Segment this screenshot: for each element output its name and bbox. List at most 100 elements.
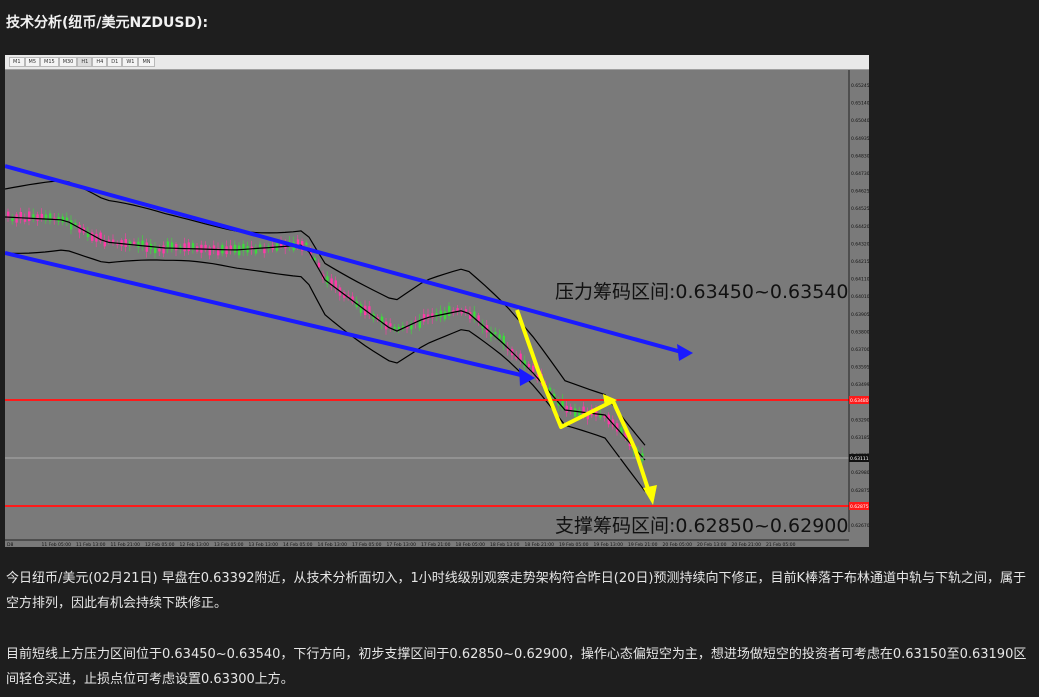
timeframe-h1-button[interactable]: H1 (77, 57, 93, 67)
candle-body (494, 332, 497, 335)
price-tick-label: 0.64010 (851, 294, 869, 300)
price-tick-label: 0.63185 (851, 435, 869, 441)
price-tick-label: 0.64320 (851, 241, 869, 247)
time-tick-label: 14 Feb 05:00 (283, 542, 313, 547)
channel-upper-line (5, 164, 686, 355)
timeframe-toolbar: M1 M5 M15 M30 H1 H4 D1 W1 MN (5, 55, 869, 70)
price-tick-label: 0.65140 (851, 101, 869, 107)
timeframe-h4-button[interactable]: H4 (92, 57, 108, 67)
time-tick-label: 11 Feb 13:00 (76, 542, 106, 547)
candle-body (527, 364, 531, 368)
timeframe-m1-button[interactable]: M1 (9, 57, 25, 67)
price-tick-label: 0.63290 (851, 417, 869, 423)
price-tick-label: 0.63595 (851, 365, 869, 371)
time-tick-label: 13 Feb 05:00 (214, 542, 244, 547)
price-tick-label: 0.64110 (851, 277, 869, 283)
candle-body (477, 315, 480, 322)
timeframe-m5-button[interactable]: M5 (24, 57, 40, 67)
price-tick-label: 0.63499 (851, 382, 869, 388)
bollinger-lower-band (5, 249, 646, 492)
forecast-arrowhead (643, 485, 657, 505)
time-tick-label: 19 Feb 21:00 (628, 542, 658, 547)
time-tick-label: 17 Feb 05:00 (352, 542, 382, 547)
candle-body (448, 306, 451, 317)
time-tick-label: 12 Feb 05:00 (145, 542, 175, 547)
candle-body (183, 243, 186, 252)
candle-body (439, 310, 442, 318)
candle-body (532, 365, 535, 373)
support-zone-label: 支撑筹码区间:0.62850~0.62900 (555, 515, 848, 537)
timeframe-w1-button[interactable]: W1 (122, 57, 139, 67)
candle-body (175, 244, 178, 251)
resistance-zone-label: 压力筹码区间:0.63450~0.63540 (555, 281, 848, 303)
time-tick-label: 20 Feb 21:00 (732, 542, 762, 547)
price-tick-label: 0.62875 (851, 488, 869, 494)
candle-body (91, 232, 94, 241)
candle-body (422, 314, 426, 322)
candle-body (548, 387, 552, 391)
candle-body (305, 242, 308, 245)
time-tick-label: 17 Feb 21:00 (421, 542, 451, 547)
candle-body (565, 405, 568, 413)
time-tick-label: 20 Feb 05:00 (663, 542, 693, 547)
price-tick-label: 0.64830 (851, 153, 869, 159)
candle-body (410, 324, 413, 330)
price-tick-label: 0.63700 (851, 347, 869, 353)
time-tick-label: 19 Feb 13:00 (594, 542, 624, 547)
price-tick-label: 0.65245 (851, 83, 869, 89)
timeframe-m30-button[interactable]: M30 (58, 57, 78, 67)
candle-body (162, 245, 165, 254)
candle-body (464, 309, 468, 312)
candle-body (65, 217, 69, 221)
price-tick-label: 0.62670 (851, 523, 869, 529)
analysis-paragraph-2: 目前短线上方压力区间位于0.63450~0.63540，下行方向，初步支撑区间于… (6, 647, 1027, 687)
price-tick-label: 0.64625 (851, 189, 869, 195)
candle-body (36, 214, 39, 221)
candle-body (574, 408, 577, 417)
candle-body (443, 311, 447, 320)
candle-body (40, 213, 43, 219)
price-tick-label: 0.62980 (851, 470, 869, 476)
candle-body (569, 406, 573, 411)
time-tick-label: 11 Feb 05:00 (42, 542, 72, 547)
candle-body (599, 415, 602, 418)
timeframe-d1-button[interactable]: D1 (107, 57, 123, 67)
price-tick-label: 0.65040 (851, 118, 869, 124)
price-plot: 压力筹码区间:0.63450~0.63540 支撑筹码区间:0.62850~0.… (5, 70, 869, 547)
candle-body (28, 211, 31, 222)
candle-body (124, 239, 127, 247)
candle-body (393, 326, 396, 329)
candle-body (187, 242, 190, 252)
page-title: 技术分析(纽币/美元NZDUSD): (6, 15, 209, 31)
timeframe-mn-button[interactable]: MN (138, 57, 155, 67)
price-tick-label: 0.64420 (851, 224, 869, 230)
candle-body (145, 242, 148, 252)
time-tick-label: 20 Feb 13:00 (697, 542, 727, 547)
candle-body (397, 326, 400, 329)
time-tick-label: 11 Feb 21:00 (111, 542, 141, 547)
time-tick-label: 18 Feb 21:00 (525, 542, 555, 547)
price-tick-label: 0.64215 (851, 259, 869, 265)
price-tick-label: 0.64730 (851, 171, 869, 177)
time-axis: D8 11 Feb 05:00 11 Feb 13:00 11 Feb 21:00 12… (5, 539, 849, 547)
time-tick-label: 14 Feb 13:00 (318, 542, 348, 547)
time-tick-label: 12 Feb 13:00 (180, 542, 210, 547)
candle-body (233, 244, 237, 253)
resistance-price-tag: 0.63480 (850, 398, 869, 404)
timeframe-m15-button[interactable]: M15 (40, 57, 59, 67)
candle-body (158, 248, 161, 252)
price-axis: 0.65245 0.65140 0.65040 0.64935 0.64830 0.647… (848, 70, 869, 547)
candle-body (23, 219, 27, 222)
candle-body (238, 245, 241, 256)
time-tick-label: 18 Feb 13:00 (490, 542, 520, 547)
time-tick-label: 21 Feb 05:00 (766, 542, 796, 547)
price-tick-label: 0.63905 (851, 312, 869, 318)
price-tick-label: 0.64935 (851, 136, 869, 142)
time-tick-label: 13 Feb 13:00 (249, 542, 279, 547)
candle-body (208, 247, 211, 256)
candle-body (263, 248, 266, 254)
price-tick-label: 0.63800 (851, 329, 869, 335)
candle-body (11, 218, 14, 221)
candle-body (389, 323, 392, 327)
current-price-tag: 0.63111 (850, 456, 869, 462)
